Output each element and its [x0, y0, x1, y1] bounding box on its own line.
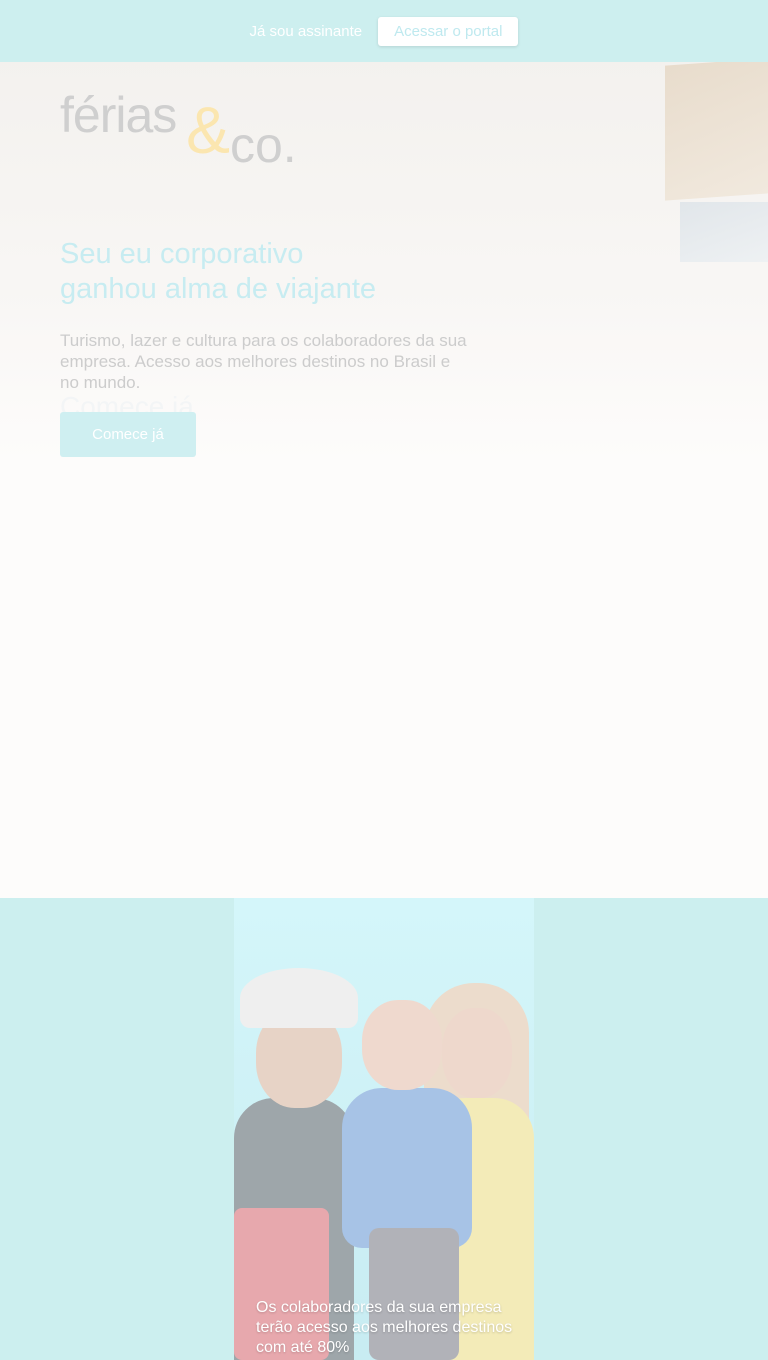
start-now-button[interactable]: Comece já — [60, 412, 196, 457]
top-bar: Já sou assinante Acessar o portal — [0, 0, 768, 62]
hero-headline-line1: Seu eu corporativo — [60, 238, 304, 270]
hero-headline-line2: ganhou alma de viajante — [60, 273, 377, 305]
hero-subtext: Turismo, lazer e cultura para os colabor… — [60, 331, 467, 392]
benefit-card-text: Os colaboradores da sua empresa terão ac… — [256, 1299, 513, 1356]
logo-text-co: co. — [230, 117, 297, 173]
access-portal-button[interactable]: Acessar o portal — [378, 16, 519, 46]
hero-towel-decoration — [665, 62, 768, 201]
already-subscriber-text: Já sou assinante — [249, 22, 363, 40]
hero-headline: Seu eu corporativo ganhou alma de viajan… — [60, 237, 480, 307]
hero-section — [0, 62, 768, 898]
benefits-section: Os colaboradores da sua empresa terão ac… — [0, 898, 768, 1360]
hero-towel-decoration-2 — [680, 202, 768, 262]
photo-man-hat — [240, 968, 358, 1028]
logo-text-ferias: férias — [60, 87, 177, 143]
logo-ampersand: & — [186, 93, 231, 167]
photo-child-face — [362, 1000, 442, 1090]
photo-child-body — [342, 1088, 472, 1248]
family-photo-card: Os colaboradores da sua empresa terão ac… — [234, 898, 534, 1360]
photo-woman-face — [442, 1008, 512, 1098]
ferias-co-logo[interactable]: férias & co. — [60, 86, 310, 173]
